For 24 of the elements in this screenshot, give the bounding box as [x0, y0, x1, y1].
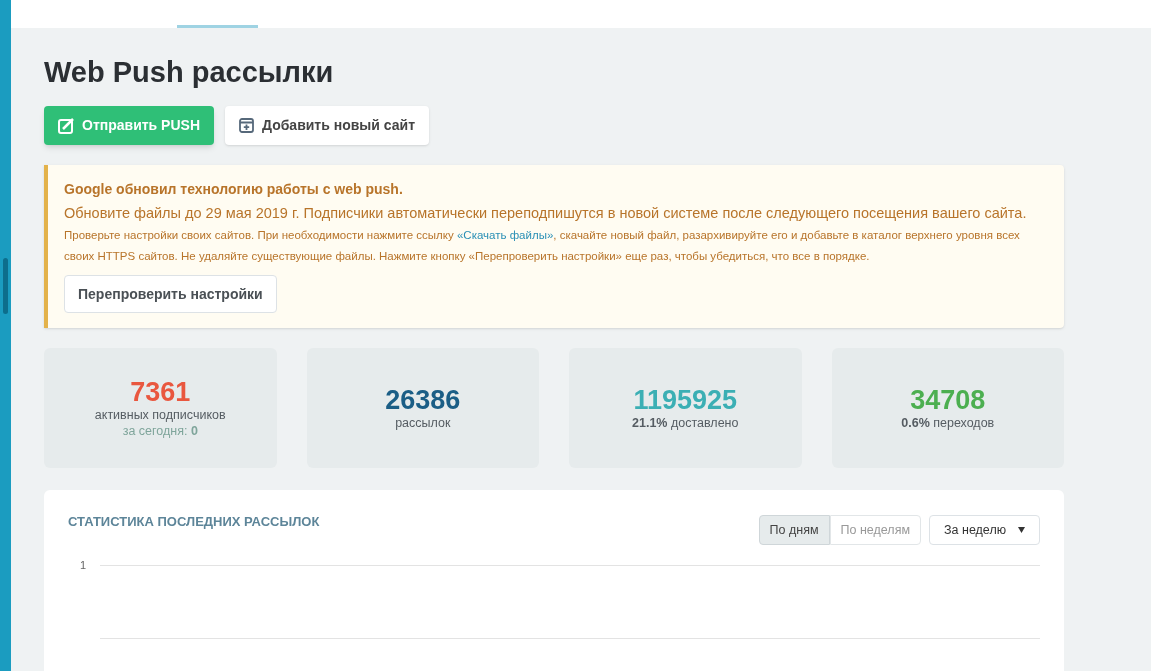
stat-label: 21.1% доставлено	[632, 415, 739, 431]
stat-value: 26386	[385, 385, 461, 415]
stat-label: рассылок	[395, 415, 451, 431]
scrollbar-thumb[interactable]	[3, 258, 8, 314]
alert-text: Проверьте настройки своих сайтов. При необходимости нажмите ссылку «Скачать файлы», скачайте новый файл, разархивируйте его и добавьте в каталог верхнего уровня всех своих HTTPS сайтов. Не удаляйте существующие файлы. Нажмите кнопку «Перепроверить настройки» еще раз, чтобы убедиться, что все в порядке.	[64, 228, 1021, 264]
stat-today: за сегодня: 0	[122, 423, 198, 439]
period-select[interactable]: За неделю	[929, 515, 1040, 545]
panel-title: СТАТИСТИКА ПОСЛЕДНИХ РАССЫЛОК	[68, 513, 320, 531]
alert-lead-text: Обновите файлы до 29 мая 2019 г. Подписчики автоматически переподпишутся в новой системе после следующего посещения вашего сайта.	[64, 204, 1028, 223]
alert-heading: Google обновил технологию работы с web push.	[64, 180, 404, 199]
dropdown-caret-icon	[1018, 527, 1025, 533]
recheck-settings-button[interactable]: Перепроверить настройки	[64, 275, 277, 313]
active-tab-indicator[interactable]	[177, 25, 258, 28]
add-window-icon	[239, 118, 254, 133]
stat-label: активных подписчиков	[94, 407, 226, 423]
add-site-button[interactable]: Добавить новый сайт	[225, 106, 429, 145]
stat-value: 34708	[910, 385, 986, 415]
y-axis-tick: 1	[80, 558, 88, 573]
edit-icon	[58, 117, 74, 134]
period-toggle[interactable]: По дням	[758, 515, 830, 545]
page-title: Web Push рассылки	[44, 55, 335, 90]
stat-label: 0.6% переходов	[901, 415, 995, 431]
stat-value: 7361	[130, 377, 191, 407]
stat-value: 1195925	[633, 385, 738, 415]
